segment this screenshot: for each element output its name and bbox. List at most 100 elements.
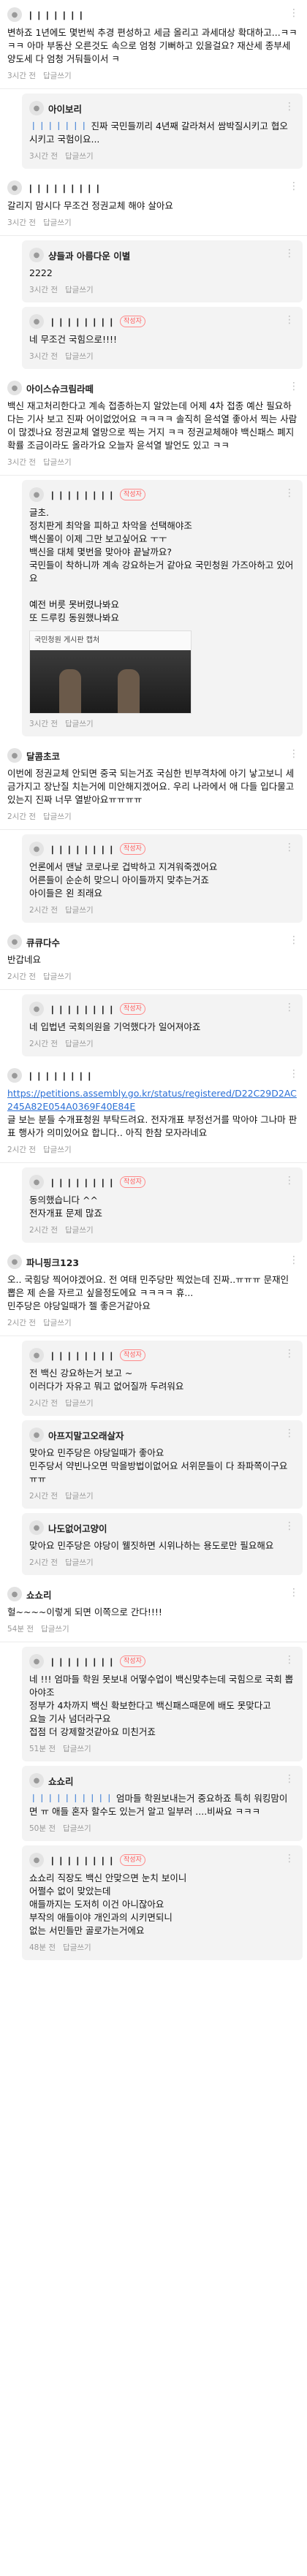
avatar[interactable]: ● (29, 1428, 44, 1442)
author-name[interactable]: 아프지말고오래살자 (48, 1428, 124, 1442)
reply-button[interactable]: 답글쓰기 (65, 1038, 94, 1049)
author-name[interactable]: ㅣㅣㅣㅣㅣㅣㅣㅣ (48, 1002, 115, 1016)
reply-button[interactable]: 답글쓰기 (65, 1557, 94, 1568)
avatar[interactable]: ● (7, 934, 22, 949)
avatar[interactable]: ● (29, 314, 44, 329)
avatar[interactable]: ● (7, 7, 22, 22)
more-options-icon[interactable]: ⋮ (289, 1254, 300, 1266)
comment-body: 쇼쇼리 직장도 백신 안맞으면 눈치 보이니 어쩔수 없이 맞았는데 애들까지는… (29, 1872, 295, 1937)
author-name[interactable]: 파니핑크123 (26, 1255, 79, 1269)
more-options-icon[interactable]: ⋮ (284, 1654, 295, 1666)
author-name[interactable]: ㅣㅣㅣㅣㅣㅣㅣㅣ (48, 1853, 115, 1867)
author-name[interactable]: 아이보리 (48, 102, 82, 115)
reply-button[interactable]: 답글쓰기 (43, 217, 72, 228)
avatar[interactable]: ● (29, 1348, 44, 1363)
petition-link[interactable]: https://petitions.assembly.go.kr/status/… (7, 1087, 300, 1113)
reply-button[interactable]: 답글쓰기 (43, 811, 72, 822)
timestamp: 2시간 전 (29, 1226, 58, 1235)
more-options-icon[interactable]: ⋮ (289, 1068, 300, 1080)
author-name[interactable]: 쇼쇼리 (48, 1774, 74, 1788)
more-options-icon[interactable]: ⋮ (284, 1348, 295, 1360)
more-options-icon[interactable]: ⋮ (289, 748, 300, 760)
more-options-icon[interactable]: ⋮ (289, 381, 300, 392)
reply-button[interactable]: 답글쓰기 (43, 457, 72, 468)
author-name[interactable]: ㅣㅣㅣㅣㅣㅣㅣㅣ (48, 1349, 115, 1363)
more-options-icon[interactable]: ⋮ (284, 1175, 295, 1186)
reply-button[interactable]: 답글쓰기 (63, 1942, 91, 1953)
mention-tag[interactable]: ㅣㅣㅣㅣㅣㅣㅣ (29, 121, 88, 132)
author-name[interactable]: ㅣㅣㅣㅣㅣㅣㅣㅣ (48, 1655, 115, 1669)
author-name[interactable]: ㅣㅣㅣㅣㅣㅣㅣㅣ (48, 1175, 115, 1189)
avatar[interactable]: ● (29, 487, 44, 502)
author-name[interactable]: 쇼쇼리 (26, 1588, 52, 1601)
author-name[interactable]: 큐큐다수 (26, 935, 60, 949)
more-options-icon[interactable]: ⋮ (284, 1428, 295, 1439)
comment-text: 반갑네요 (7, 954, 42, 965)
avatar[interactable]: ● (29, 842, 44, 856)
reply-button[interactable]: 답글쓰기 (63, 1743, 91, 1754)
author-name[interactable]: 샹들과 아름다운 이별 (48, 248, 130, 262)
more-options-icon[interactable]: ⋮ (284, 248, 295, 259)
reply-button[interactable]: 답글쓰기 (43, 1317, 72, 1328)
avatar[interactable]: ● (29, 1002, 44, 1016)
reply-item: ● ㅣㅣㅣㅣㅣㅣㅣㅣ 작성자 ⋮ 네 무조건 국힘으로!!!! 3시간 전 답글쓰기 (22, 307, 303, 369)
avatar[interactable]: ● (29, 1773, 44, 1788)
reply-item: ● ㅣㅣㅣㅣㅣㅣㅣㅣ 작성자 ⋮ 네 입법년 국회의원을 기억했다가 일어져야죠 2시간 … (22, 994, 303, 1056)
comment-header: ● ㅣㅣㅣㅣㅣㅣㅣㅣ 작성자 (29, 313, 295, 330)
more-options-icon[interactable]: ⋮ (284, 1002, 295, 1013)
reply-button[interactable]: 답글쓰기 (43, 971, 72, 982)
avatar[interactable]: ● (7, 381, 22, 395)
comment-meta: 3시간 전 답글쓰기 (29, 718, 295, 729)
reply-button[interactable]: 답글쓰기 (65, 1224, 94, 1235)
mention-tag[interactable]: ㅣㅣㅣㅣㅣㅣㅣㅣㅣㅣ (29, 1793, 113, 1804)
timestamp: 54분 전 (7, 1625, 34, 1634)
reply-button[interactable]: 답글쓰기 (41, 1623, 69, 1634)
avatar[interactable]: ● (29, 248, 44, 262)
more-options-icon[interactable]: ⋮ (289, 934, 300, 946)
author-name[interactable]: ㅣㅣㅣㅣㅣㅣㅣㅣㅣ (26, 181, 102, 195)
reply-button[interactable]: 답글쓰기 (63, 1823, 91, 1834)
more-options-icon[interactable]: ⋮ (284, 314, 295, 326)
avatar[interactable]: ● (29, 101, 44, 115)
reply-button[interactable]: 답글쓰기 (65, 150, 94, 161)
avatar[interactable]: ● (29, 1654, 44, 1669)
reply-button[interactable]: 답글쓰기 (65, 718, 94, 729)
comment-item: ● 달콤초코 ⋮ 이번에 정권교체 안되면 중국 되는거죠 국심한 빈부격차에 아기 … (0, 741, 307, 830)
more-options-icon[interactable]: ⋮ (284, 1773, 295, 1785)
author-name[interactable]: 아이스슈크림라떼 (26, 381, 94, 395)
reply-button[interactable]: 답글쓰기 (65, 1490, 94, 1501)
author-name[interactable]: ㅣㅣㅣㅣㅣㅣㅣ (26, 8, 86, 22)
comment-text: 언론에서 맨날 코로나로 겁박하고 지겨워죽겠어요 어른들이 순순히 맞으니 아… (29, 861, 218, 899)
reply-button[interactable]: 답글쓰기 (65, 284, 94, 295)
more-options-icon[interactable]: ⋮ (284, 842, 295, 853)
comment-header: ● 아이스슈크림라떼 (7, 379, 300, 397)
avatar[interactable]: ● (7, 180, 22, 195)
reply-button[interactable]: 답글쓰기 (65, 351, 94, 362)
more-options-icon[interactable]: ⋮ (289, 1587, 300, 1598)
timestamp: 2시간 전 (7, 812, 36, 821)
more-options-icon[interactable]: ⋮ (289, 7, 300, 19)
more-options-icon[interactable]: ⋮ (284, 1853, 295, 1864)
author-name[interactable]: ㅣㅣㅣㅣㅣㅣㅣㅣ (48, 842, 115, 856)
author-name[interactable]: 달콤초코 (26, 749, 60, 763)
author-name[interactable]: 나도없어고양이 (48, 1521, 107, 1535)
avatar[interactable]: ● (29, 1520, 44, 1535)
more-options-icon[interactable]: ⋮ (284, 101, 295, 113)
more-options-icon[interactable]: ⋮ (284, 1520, 295, 1532)
author-name[interactable]: ㅣㅣㅣㅣㅣㅣㅣㅣ (26, 1069, 94, 1083)
reply-button[interactable]: 답글쓰기 (65, 1398, 94, 1409)
author-name[interactable]: ㅣㅣㅣㅣㅣㅣㅣㅣ (48, 488, 115, 502)
author-name[interactable]: ㅣㅣㅣㅣㅣㅣㅣㅣ (48, 315, 115, 329)
avatar[interactable]: ● (7, 1254, 22, 1269)
more-options-icon[interactable]: ⋮ (284, 487, 295, 499)
avatar[interactable]: ● (7, 748, 22, 763)
avatar[interactable]: ● (29, 1853, 44, 1867)
reply-button[interactable]: 답글쓰기 (43, 70, 72, 81)
more-options-icon[interactable]: ⋮ (289, 180, 300, 192)
attached-image[interactable]: 국민청원 게시판 캡처 (29, 630, 192, 714)
avatar[interactable]: ● (7, 1587, 22, 1601)
avatar[interactable]: ● (29, 1175, 44, 1189)
reply-button[interactable]: 답글쓰기 (65, 904, 94, 915)
reply-button[interactable]: 답글쓰기 (43, 1144, 72, 1155)
avatar[interactable]: ● (7, 1068, 22, 1083)
